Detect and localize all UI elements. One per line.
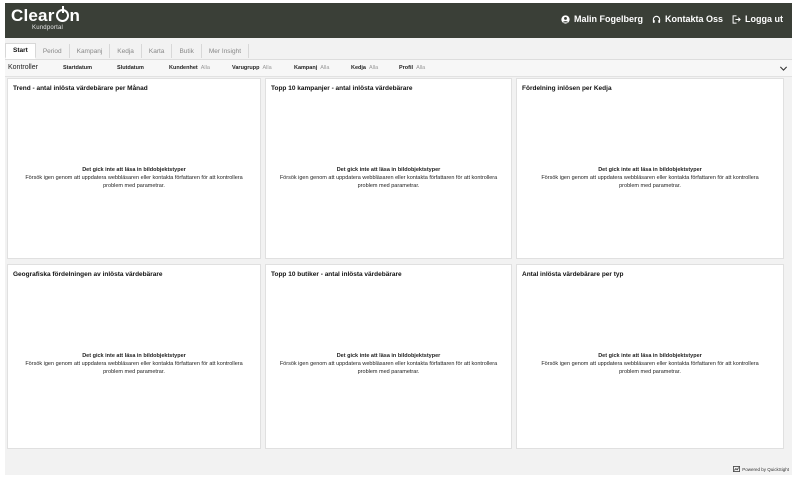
logout-label: Logga ut bbox=[745, 14, 783, 24]
logo-text-post: n bbox=[69, 6, 81, 25]
control-label: Startdatum bbox=[63, 65, 93, 71]
error-body: Försök igen genom att uppdatera webbläsa… bbox=[541, 175, 759, 189]
visual-geografisk-fordelning[interactable]: Geografiska fördelningen av inlösta värd… bbox=[7, 264, 261, 449]
control-label: Kedja bbox=[351, 65, 366, 71]
error-title: Det gick inte att läsa in bildobjektstyp… bbox=[336, 167, 441, 173]
control-value: Alla bbox=[200, 65, 210, 71]
visual-antal-per-typ[interactable]: Antal inlösta värdebärare per typ Det gi… bbox=[516, 264, 784, 449]
visual-error-message: Det gick inte att läsa in bildobjektstyp… bbox=[517, 166, 783, 190]
logo-power-icon bbox=[55, 6, 69, 22]
contact-label: Kontakta Oss bbox=[664, 14, 723, 24]
visual-title: Fördelning inlösen per Kedja bbox=[522, 85, 612, 92]
visual-error-message: Det gick inte att läsa in bildobjektstyp… bbox=[266, 166, 511, 190]
user-icon bbox=[561, 14, 570, 24]
error-title: Det gick inte att läsa in bildobjektstyp… bbox=[82, 353, 186, 359]
visual-error-message: Det gick inte att läsa in bildobjektstyp… bbox=[8, 166, 260, 190]
error-body: Försök igen genom att uppdatera webbläsa… bbox=[541, 361, 759, 375]
error-title: Det gick inte att läsa in bildobjektstyp… bbox=[598, 167, 702, 173]
app-root: Clear n Kundportal Malin Fogelberg Konta… bbox=[5, 3, 792, 475]
user-name: Malin Fogelberg bbox=[573, 14, 643, 24]
visual-trend-per-manad[interactable]: Trend - antal inlösta värdebärare per Må… bbox=[7, 78, 261, 259]
tab-kampanj[interactable]: Kampanj bbox=[70, 44, 111, 58]
error-title: Det gick inte att läsa in bildobjektstyp… bbox=[82, 167, 186, 173]
visual-title: Trend - antal inlösta värdebärare per Må… bbox=[13, 85, 148, 92]
tab-mer-insight[interactable]: Mer Insight bbox=[202, 44, 250, 58]
control-label: Slutdatum bbox=[117, 65, 144, 71]
powered-by-footer: Powered by QuickSight bbox=[733, 466, 789, 472]
error-body: Försök igen genom att uppdatera webbläsa… bbox=[25, 361, 243, 375]
tab-kedja[interactable]: Kedja bbox=[110, 44, 142, 58]
header-actions: Malin Fogelberg Kontakta Oss Logga ut bbox=[561, 14, 783, 24]
visual-title: Antal inlösta värdebärare per typ bbox=[522, 271, 624, 278]
visual-title: Geografiska fördelningen av inlösta värd… bbox=[13, 271, 163, 278]
headset-icon bbox=[652, 15, 661, 23]
visual-topp-10-butiker[interactable]: Topp 10 butiker - antal inlösta värdebär… bbox=[265, 264, 512, 449]
tab-period[interactable]: Period bbox=[36, 44, 70, 58]
tab-start[interactable]: Start bbox=[5, 43, 36, 59]
control-label: Kampanj bbox=[294, 65, 318, 71]
control-profil[interactable]: Profil Alla bbox=[399, 65, 425, 71]
logo-text-pre: Clear bbox=[11, 6, 55, 25]
error-body: Försök igen genom att uppdatera webbläsa… bbox=[279, 175, 498, 189]
controls-title: Kontroller bbox=[8, 64, 38, 71]
control-value: Alla bbox=[320, 65, 330, 71]
chevron-down-icon[interactable] bbox=[779, 64, 788, 73]
top-header: Clear n Kundportal Malin Fogelberg Konta… bbox=[5, 3, 792, 38]
visual-fordelning-per-kedja[interactable]: Fördelning inlösen per Kedja Det gick in… bbox=[516, 78, 784, 259]
error-title: Det gick inte att läsa in bildobjektstyp… bbox=[598, 353, 702, 359]
control-kedja[interactable]: Kedja Alla bbox=[351, 65, 378, 71]
powered-by-text: Powered by QuickSight bbox=[742, 466, 789, 472]
logout-button[interactable]: Logga ut bbox=[732, 14, 783, 24]
control-kundenhet[interactable]: Kundenhet Alla bbox=[169, 65, 210, 71]
error-body: Försök igen genom att uppdatera webbläsa… bbox=[279, 361, 498, 375]
clearon-logo[interactable]: Clear n Kundportal bbox=[11, 6, 80, 31]
control-label: Kundenhet bbox=[169, 65, 198, 71]
user-menu[interactable]: Malin Fogelberg bbox=[561, 14, 643, 24]
visual-topp-10-kampanjer[interactable]: Topp 10 kampanjer - antal inlösta värdeb… bbox=[265, 78, 512, 259]
logo-subtitle: Kundportal bbox=[32, 25, 64, 31]
control-value: Alla bbox=[368, 65, 379, 71]
control-slutdatum[interactable]: Slutdatum bbox=[117, 65, 144, 71]
control-kampanj[interactable]: Kampanj Alla bbox=[294, 65, 329, 71]
visual-title: Topp 10 kampanjer - antal inlösta värdeb… bbox=[271, 85, 413, 92]
error-body: Försök igen genom att uppdatera webbläsa… bbox=[25, 175, 243, 189]
contact-link[interactable]: Kontakta Oss bbox=[652, 14, 723, 24]
logout-icon bbox=[732, 14, 741, 24]
visual-error-message: Det gick inte att läsa in bildobjektstyp… bbox=[517, 352, 783, 376]
control-value: Alla bbox=[262, 65, 272, 71]
control-startdatum[interactable]: Startdatum bbox=[63, 65, 92, 71]
quicksight-icon bbox=[733, 466, 741, 472]
logo-wordmark: Clear n bbox=[11, 6, 80, 25]
control-value: Alla bbox=[416, 65, 426, 71]
control-label: Varugrupp bbox=[232, 65, 260, 71]
controls-bar: Kontroller Startdatum Slutdatum Kundenhe… bbox=[5, 59, 792, 77]
visual-error-message: Det gick inte att läsa in bildobjektstyp… bbox=[8, 352, 260, 376]
visual-error-message: Det gick inte att läsa in bildobjektstyp… bbox=[266, 352, 511, 376]
sheet-tabs: Start Period Kampanj Kedja Karta Butik M… bbox=[5, 43, 250, 59]
control-varugrupp[interactable]: Varugrupp Alla bbox=[232, 65, 272, 71]
error-title: Det gick inte att läsa in bildobjektstyp… bbox=[336, 353, 441, 359]
control-label: Profil bbox=[399, 65, 414, 71]
tab-karta[interactable]: Karta bbox=[142, 44, 173, 58]
visual-title: Topp 10 butiker - antal inlösta värdebär… bbox=[271, 271, 402, 278]
tab-butik[interactable]: Butik bbox=[172, 44, 202, 58]
